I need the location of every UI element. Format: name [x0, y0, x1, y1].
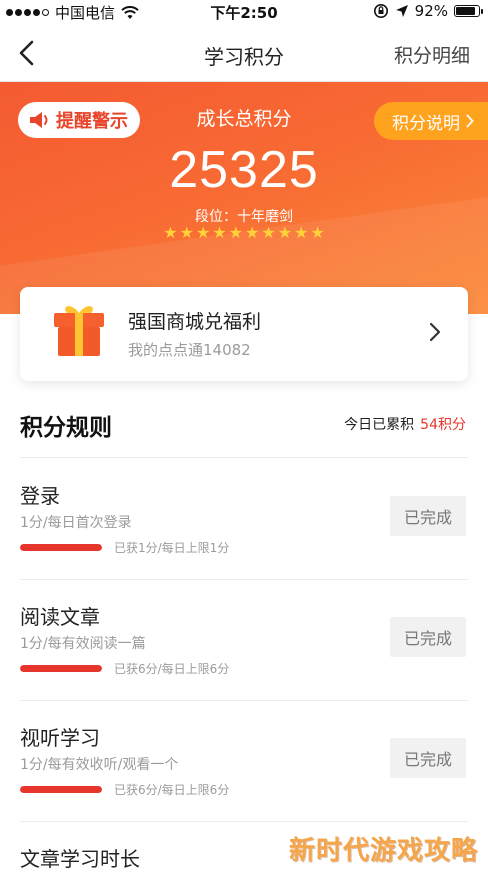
- rule-name: 登录: [20, 484, 60, 508]
- points-hero: 提醒警示 成长总积分 积分说明 25325 段位：十年磨剑 ★ ★ ★ ★ ★ ★ ★ ★ ★ ★: [0, 82, 488, 314]
- battery-fill: [456, 7, 476, 15]
- rotation-lock-icon: [373, 4, 388, 18]
- watermark: 新时代游戏攻略: [288, 836, 478, 866]
- total-points-value: 25325: [169, 141, 319, 199]
- rule-name: 视听学习: [20, 726, 100, 750]
- star-icon: ★: [163, 223, 178, 242]
- status-bar: 中国电信 下午2:50 92%: [0, 0, 488, 24]
- mall-card[interactable]: 强国商城兑福利 我的点点通14082: [20, 287, 468, 381]
- nav-bar: 学习积分 积分明细: [0, 24, 488, 82]
- rule-progress-bar: [20, 786, 102, 793]
- location-arrow-icon: [395, 5, 408, 17]
- today-summary: 今日已累积 54积分: [344, 414, 466, 434]
- rule-progress-bar: [20, 544, 102, 551]
- battery-percent: 92%: [414, 2, 448, 20]
- rule-status-button[interactable]: 已完成: [390, 738, 466, 778]
- star-icon: ★: [261, 223, 276, 242]
- chevron-right-icon: [466, 114, 474, 128]
- star-icon: ★: [179, 223, 194, 242]
- star-icon: ★: [245, 223, 260, 242]
- rule-name: 文章学习时长: [20, 847, 140, 871]
- battery-icon: [454, 5, 483, 17]
- rule-status-button[interactable]: 已完成: [390, 617, 466, 657]
- star-icon: ★: [277, 223, 293, 242]
- rule-desc: 1分/每有效阅读一篇: [20, 636, 146, 652]
- rule-progress-fill: [20, 544, 102, 551]
- rank-stars: ★ ★ ★ ★ ★ ★ ★ ★ ★ ★: [0, 224, 488, 242]
- rule-progress-text: 已获6分/每日上限6分: [114, 662, 230, 676]
- points-explain-label: 积分说明: [392, 113, 460, 134]
- rule-item-reading: 阅读文章 1分/每有效阅读一篇 已获6分/每日上限6分 已完成: [0, 579, 488, 700]
- rule-desc: 1分/每日首次登录: [20, 515, 132, 531]
- today-label: 今日已累积: [344, 417, 415, 433]
- rules-title: 积分规则: [20, 414, 112, 441]
- star-icon: ★: [228, 223, 243, 242]
- rule-progress-text: 已获6分/每日上限6分: [114, 783, 230, 797]
- rule-item-audiovisual: 视听学习 1分/每有效收听/观看一个 已获6分/每日上限6分 已完成: [0, 700, 488, 821]
- star-icon: ★: [310, 223, 325, 242]
- rank-label: 段位：十年磨剑: [195, 209, 293, 225]
- star-icon: ★: [294, 223, 309, 242]
- chevron-right-icon: [429, 322, 441, 342]
- star-icon: ★: [212, 223, 227, 242]
- points-explain-button[interactable]: 积分说明: [374, 102, 488, 140]
- rule-progress-text: 已获1分/每日上限1分: [114, 541, 230, 555]
- rule-progress-fill: [20, 786, 102, 793]
- gift-icon: [54, 306, 104, 356]
- mall-title: 强国商城兑福利: [128, 311, 262, 333]
- rule-name: 阅读文章: [20, 605, 100, 629]
- rule-progress-fill: [20, 665, 102, 672]
- rule-status-button[interactable]: 已完成: [390, 496, 466, 536]
- rule-item-login: 登录 1分/每日首次登录 已获1分/每日上限1分 已完成: [0, 458, 488, 579]
- points-detail-link[interactable]: 积分明细: [394, 41, 470, 68]
- rule-desc: 1分/每有效收听/观看一个: [20, 757, 179, 773]
- status-right: 92%: [373, 2, 483, 20]
- mall-points: 我的点点通14082: [128, 341, 251, 359]
- star-icon: ★: [195, 223, 211, 242]
- rule-progress-bar: [20, 665, 102, 672]
- today-points: 54积分: [420, 417, 466, 433]
